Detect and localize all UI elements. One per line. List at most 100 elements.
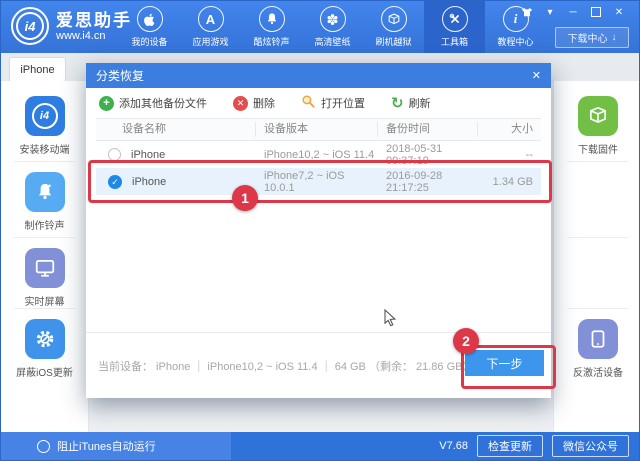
window-controls: ▾ ─ ✕ — [521, 6, 625, 18]
bottom-bar: 阻止iTunes自动运行 V7.68 检查更新 微信公众号 — [1, 432, 639, 460]
delete-button[interactable]: ✕ 删除 — [233, 95, 275, 111]
device-version: iPhone7,2 ~ iOS 10.0.1 — [256, 170, 378, 194]
add-backup-button[interactable]: + 添加其他备份文件 — [99, 95, 207, 111]
maximize-icon[interactable] — [590, 6, 602, 18]
apple-icon — [137, 6, 163, 32]
next-step-button[interactable]: 下一步 — [465, 350, 544, 376]
main-nav: 我的设备 A 应用游戏 酷炫铃声 高清壁纸 — [119, 1, 546, 53]
backup-time: 2016-09-28 21:17:25 — [378, 170, 478, 194]
nav-item-flash-jailbreak[interactable]: 刷机越狱 — [363, 1, 424, 53]
left-sidebar: i4 安装移动端 制作铃声 实时屏幕 屏蔽iOS更新 — [1, 81, 89, 432]
annotation-badge-step1: 1 — [232, 185, 258, 211]
sidebar-divider — [567, 308, 629, 309]
right-sidebar: 下载固件 反激活设备 — [553, 81, 640, 432]
open-location-button[interactable]: 打开位置 — [301, 94, 365, 112]
col-header-device-version: 设备版本 — [256, 122, 378, 137]
menu-caret-icon[interactable]: ▾ — [544, 6, 556, 18]
device-name: iPhone — [131, 149, 165, 161]
col-header-device-name: 设备名称 — [96, 122, 256, 137]
delete-icon: ✕ — [233, 96, 248, 111]
sidebar-divider — [14, 308, 75, 309]
sidebar-item-label: 实时屏幕 — [25, 293, 65, 308]
download-center-button[interactable]: 下载中心 ↓ — [555, 27, 629, 48]
flower-icon — [320, 6, 346, 32]
check-update-button[interactable]: 检查更新 — [477, 435, 543, 457]
block-itunes-toggle[interactable]: 阻止iTunes自动运行 — [1, 432, 231, 460]
maximize-glyph — [591, 7, 601, 17]
radio-unselected-icon[interactable] — [108, 148, 121, 161]
nav-label: 刷机越狱 — [375, 35, 411, 48]
device-version: iPhone10,2 ~ iOS 11.4 — [256, 149, 378, 161]
appstore-glyph: A — [206, 12, 215, 27]
nav-item-wallpapers[interactable]: 高清壁纸 — [302, 1, 363, 53]
firmware-cube-icon — [578, 96, 618, 136]
wechat-account-button[interactable]: 微信公众号 — [552, 435, 629, 457]
i4-app-icon: i4 — [25, 96, 65, 136]
refresh-label: 刷新 — [409, 95, 431, 111]
backup-size: 1.34 GB — [478, 176, 541, 188]
sidebar-item-block-ios-update[interactable]: 屏蔽iOS更新 — [1, 319, 88, 379]
block-itunes-label: 阻止iTunes自动运行 — [57, 438, 156, 454]
backup-table: 设备名称 设备版本 备份时间 大小 iPhone iPhone10,2 ~ iO… — [96, 118, 541, 195]
bell-icon — [259, 6, 285, 32]
download-center-label: 下载中心 — [568, 30, 608, 45]
table-row[interactable]: iPhone iPhone10,2 ~ iOS 11.4 2018-05-31 … — [96, 141, 541, 168]
modal-title: 分类恢复 — [96, 67, 144, 84]
nav-label: 教程中心 — [497, 35, 533, 48]
sidebar-item-label: 反激活设备 — [573, 364, 623, 379]
close-icon[interactable]: ✕ — [613, 6, 625, 18]
device-name: iPhone — [132, 176, 166, 188]
nav-label: 应用游戏 — [192, 35, 228, 48]
download-icon: ↓ — [612, 32, 617, 43]
tab-iphone[interactable]: iPhone — [9, 57, 66, 82]
sidebar-item-download-firmware[interactable]: 下载固件 — [554, 96, 640, 156]
modal-toolbar: + 添加其他备份文件 ✕ 删除 打开位置 ↻ 刷新 — [86, 88, 551, 118]
col-header-backup-time: 备份时间 — [378, 122, 478, 137]
i4-logo-icon: i4 — [11, 7, 49, 45]
gear-block-icon — [25, 319, 65, 359]
sidebar-item-make-ringtone[interactable]: 制作铃声 — [1, 172, 88, 232]
deactivate-device-icon — [578, 319, 618, 359]
sidebar-item-live-screen[interactable]: 实时屏幕 — [1, 248, 88, 308]
backup-time: 2018-05-31 09:37:19 — [378, 143, 478, 167]
nav-item-ringtones[interactable]: 酷炫铃声 — [241, 1, 302, 53]
refresh-icon: ↻ — [391, 96, 404, 111]
modal-close-icon[interactable]: ✕ — [532, 69, 541, 82]
add-icon: + — [99, 96, 114, 111]
open-location-label: 打开位置 — [321, 95, 365, 111]
sidebar-divider — [14, 161, 75, 162]
table-row-selected[interactable]: ✓ iPhone iPhone7,2 ~ iOS 10.0.1 2016-09-… — [96, 168, 541, 195]
info-glyph: i — [514, 11, 518, 27]
modal-titlebar: 分类恢复 ✕ — [86, 63, 551, 88]
sidebar-divider — [14, 237, 75, 238]
sidebar-item-label: 安装移动端 — [20, 141, 70, 156]
monitor-icon — [25, 248, 65, 288]
skin-icon[interactable] — [521, 6, 533, 18]
sidebar-divider — [567, 161, 629, 162]
nav-label: 工具箱 — [441, 35, 468, 48]
version-label: V7.68 — [439, 440, 468, 452]
nav-item-toolbox[interactable]: 工具箱 — [424, 1, 485, 53]
minimize-icon[interactable]: ─ — [567, 6, 579, 18]
jailbreak-box-icon — [381, 6, 407, 32]
appstore-icon: A — [198, 6, 224, 32]
tools-icon — [442, 6, 468, 32]
nav-item-apps-games[interactable]: A 应用游戏 — [180, 1, 241, 53]
bottom-bar-right: V7.68 检查更新 微信公众号 — [439, 435, 639, 457]
backup-size: -- — [478, 149, 541, 161]
refresh-button[interactable]: ↻ 刷新 — [391, 95, 431, 111]
app-window: i4 爱思助手 www.i4.cn 我的设备 A 应用游戏 — [0, 0, 640, 461]
sidebar-divider — [567, 237, 629, 238]
radio-selected-icon[interactable]: ✓ — [108, 175, 122, 189]
i4-mini-badge: i4 — [32, 103, 58, 129]
nav-item-my-devices[interactable]: 我的设备 — [119, 1, 180, 53]
sidebar-item-deactivate-device[interactable]: 反激活设备 — [554, 319, 640, 379]
current-device-status: 当前设备： iPhone ｜ iPhone10,2 ~ iOS 11.4 ｜ 6… — [98, 358, 474, 374]
table-header-row: 设备名称 设备版本 备份时间 大小 — [96, 118, 541, 141]
col-header-size: 大小 — [478, 122, 541, 137]
nav-label: 高清壁纸 — [314, 35, 350, 48]
sidebar-item-label: 屏蔽iOS更新 — [16, 364, 73, 379]
sidebar-item-install-mobile[interactable]: i4 安装移动端 — [1, 96, 88, 156]
i4-logo-badge: i4 — [16, 12, 44, 40]
annotation-badge-step2: 2 — [453, 328, 479, 354]
